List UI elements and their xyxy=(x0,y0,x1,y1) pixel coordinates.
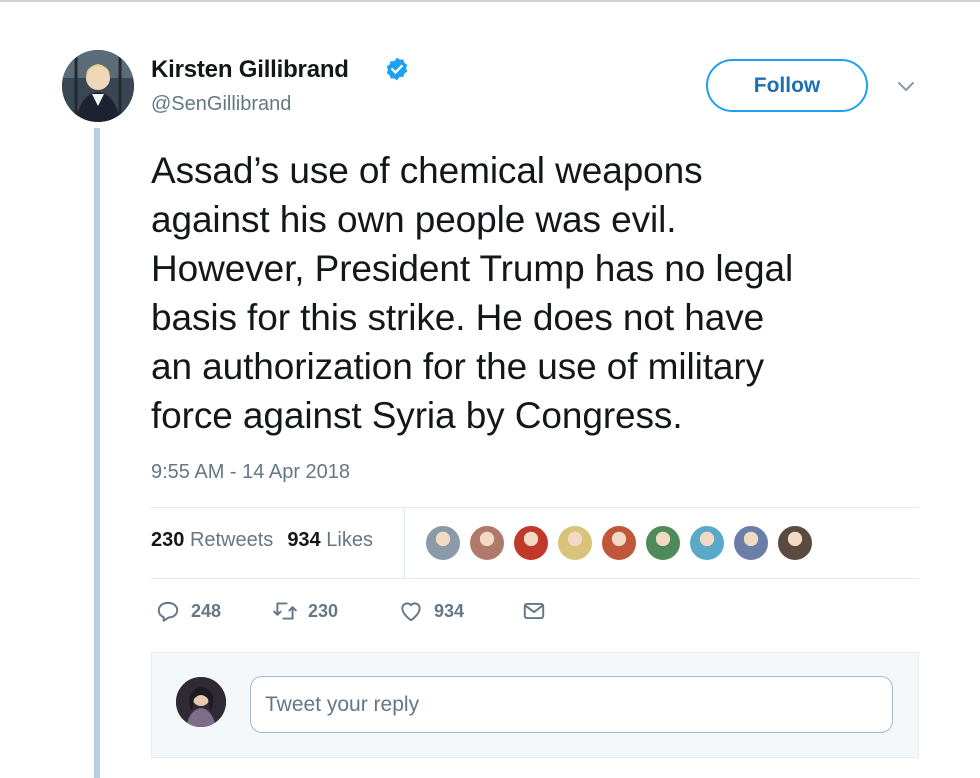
follow-button[interactable]: Follow xyxy=(706,59,868,112)
liker-avatar[interactable] xyxy=(600,524,638,562)
verified-badge-icon xyxy=(386,57,408,81)
liker-avatar[interactable] xyxy=(512,524,550,562)
reply-action[interactable]: 248 xyxy=(155,598,221,624)
reply-icon xyxy=(157,601,179,622)
envelope-icon xyxy=(523,602,545,620)
stats-bottom-divider xyxy=(151,578,919,579)
author-display-name[interactable]: Kirsten Gillibrand xyxy=(151,56,349,84)
reply-input[interactable]: Tweet your reply xyxy=(250,676,893,733)
avatar-photo xyxy=(62,50,134,122)
window-edge xyxy=(0,0,980,2)
retweet-count: 230 xyxy=(308,600,339,621)
author-avatar[interactable] xyxy=(62,50,134,122)
tweet-text-line: an authorization for the use of military xyxy=(151,346,764,387)
author-handle[interactable]: @SenGillibrand xyxy=(151,93,291,116)
tweet-text-line: However, President Trump has no legal xyxy=(151,248,794,289)
liker-avatar[interactable] xyxy=(776,524,814,562)
retweets-label: Retweets xyxy=(189,529,274,551)
thread-line xyxy=(94,128,100,778)
retweets-count: 230 xyxy=(151,529,185,551)
tweet-text-line: Assad’s use of chemical weapons xyxy=(151,150,703,191)
retweets-stat[interactable]: 230 Retweets xyxy=(151,529,273,552)
retweet-icon xyxy=(273,602,297,620)
liker-avatar[interactable] xyxy=(644,524,682,562)
reply-count: 248 xyxy=(191,600,222,621)
stats-vertical-divider xyxy=(404,507,405,578)
liker-avatar[interactable] xyxy=(688,524,726,562)
liker-avatar[interactable] xyxy=(556,524,594,562)
tweet-stats: 230 Retweets 934 Likes xyxy=(151,529,373,552)
tweet-text-line: against his own people was evil. xyxy=(151,199,677,240)
liker-avatar[interactable] xyxy=(732,524,770,562)
liker-avatars xyxy=(424,524,814,562)
liker-avatar[interactable] xyxy=(468,524,506,562)
likes-label: Likes xyxy=(326,529,373,551)
tweet-text: Assad’s use of chemical weapons against … xyxy=(151,146,911,440)
direct-message-action[interactable] xyxy=(521,598,547,624)
current-user-avatar[interactable] xyxy=(176,677,226,727)
tweet-text-line: force against Syria by Congress. xyxy=(151,395,683,436)
tweet-text-line: basis for this strike. He does not have xyxy=(151,297,765,338)
stats-top-divider xyxy=(151,507,919,508)
heart-icon xyxy=(401,602,421,622)
likes-stat[interactable]: 934 Likes xyxy=(287,529,373,552)
likes-count: 934 xyxy=(287,529,321,551)
current-user-photo xyxy=(176,677,226,727)
tweet-card: Kirsten Gillibrand @SenGillibrand Follow… xyxy=(0,0,980,778)
liker-avatar[interactable] xyxy=(424,524,462,562)
retweet-action[interactable]: 230 xyxy=(272,598,338,624)
like-count: 934 xyxy=(434,600,465,621)
chevron-down-icon[interactable] xyxy=(894,74,918,98)
tweet-timestamp[interactable]: 9:55 AM - 14 Apr 2018 xyxy=(151,461,350,484)
like-action[interactable]: 934 xyxy=(398,598,464,624)
